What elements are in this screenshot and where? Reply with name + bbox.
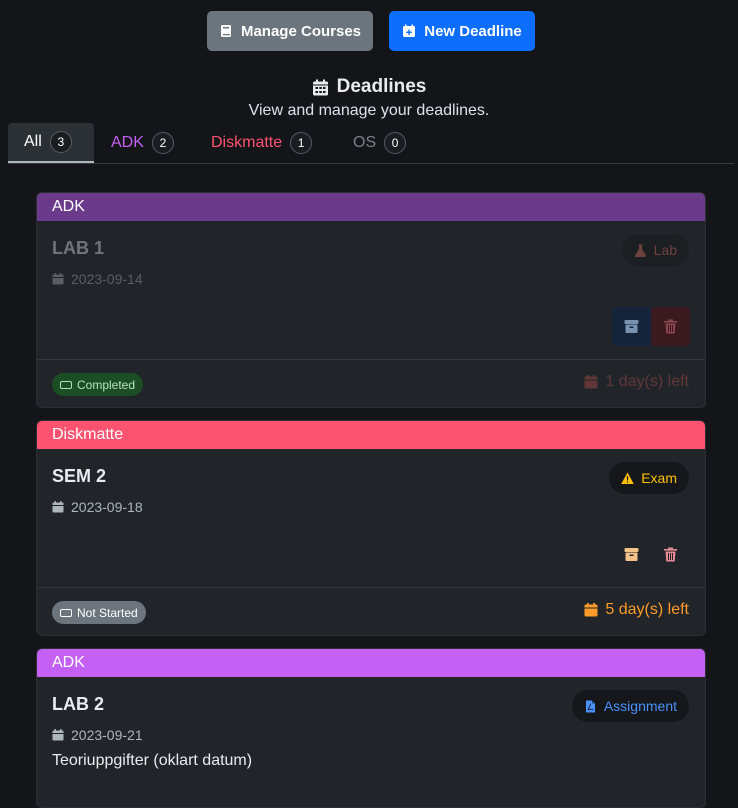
calendar-icon xyxy=(312,79,328,95)
new-deadline-button[interactable]: New Deadline xyxy=(389,11,535,51)
file-pdf-icon xyxy=(585,700,595,712)
tab-label: All xyxy=(24,133,42,150)
deadline-date: 2023-09-14 xyxy=(52,271,143,287)
calendar-icon xyxy=(52,273,64,285)
deadline-date: 2023-09-21 xyxy=(52,727,143,743)
calendar-icon xyxy=(52,501,64,513)
time-left: 1 day(s) left xyxy=(584,373,689,391)
deadline-name: SEM 2 xyxy=(52,466,107,486)
deadline-description: Teoriuppgifter (oklart datum) xyxy=(52,752,253,769)
delete-button[interactable] xyxy=(651,307,690,346)
battery-icon xyxy=(60,380,72,389)
tab-all[interactable]: All 3 xyxy=(8,123,94,163)
card-course-header: ADK xyxy=(37,649,705,677)
deadline-date-text: 2023-09-21 xyxy=(71,727,143,743)
type-badge: Lab xyxy=(621,234,689,266)
calendar-icon xyxy=(52,729,64,741)
status-badge: Not Started xyxy=(52,601,146,624)
type-badge-label: Assignment xyxy=(603,698,677,714)
manage-courses-label: Manage Courses xyxy=(240,22,362,40)
time-left: 5 day(s) left xyxy=(584,601,689,619)
archive-icon xyxy=(624,320,639,333)
calendar-icon xyxy=(584,603,598,617)
type-badge-label: Lab xyxy=(653,242,677,258)
tab-adk[interactable]: ADK 2 xyxy=(95,123,185,163)
time-left-text: 5 day(s) left xyxy=(605,601,689,618)
archive-icon xyxy=(624,548,639,561)
type-badge: Assignment xyxy=(571,690,689,722)
page-title: Deadlines xyxy=(0,76,738,98)
deadline-date-text: 2023-09-18 xyxy=(71,499,143,515)
tab-count: 2 xyxy=(151,132,174,154)
warning-icon xyxy=(621,472,635,484)
card-course-header: ADK xyxy=(37,193,705,221)
tab-count: 0 xyxy=(384,132,407,154)
tab-label: Diskmatte xyxy=(211,134,283,151)
card-course-header: Diskmatte xyxy=(37,421,705,449)
calendar-icon xyxy=(584,375,598,389)
deadline-date-text: 2023-09-14 xyxy=(71,271,143,287)
calendar-plus-icon xyxy=(403,24,416,37)
trash-icon xyxy=(664,547,677,562)
status-badge-label: Not Started xyxy=(77,605,138,620)
deadline-card: ADK LAB 1 2023-09-14 Lab Completed 1 day… xyxy=(36,192,706,408)
tab-label: ADK xyxy=(111,134,144,151)
manage-courses-button[interactable]: Manage Courses xyxy=(207,11,373,51)
type-badge-label: Exam xyxy=(641,470,677,486)
tab-diskmatte[interactable]: Diskmatte 1 xyxy=(195,123,330,163)
status-badge: Completed xyxy=(52,373,144,396)
flask-icon xyxy=(634,244,646,257)
tab-count: 1 xyxy=(290,132,313,154)
course-tabs: All 3 ADK 2 Diskmatte 1 OS 0 xyxy=(8,123,734,164)
archive-button[interactable] xyxy=(612,307,651,346)
deadline-name: LAB 2 xyxy=(52,694,105,714)
status-badge-label: Completed xyxy=(77,377,136,392)
archive-button[interactable] xyxy=(612,535,651,574)
deadline-name: LAB 1 xyxy=(52,238,105,258)
type-badge: Exam xyxy=(609,462,689,494)
tab-label: OS xyxy=(353,134,377,151)
book-icon xyxy=(220,25,231,37)
battery-icon xyxy=(60,608,72,617)
delete-button[interactable] xyxy=(651,535,690,574)
time-left-text: 1 day(s) left xyxy=(605,373,689,390)
trash-icon xyxy=(664,319,677,334)
deadline-card: Diskmatte SEM 2 2023-09-18 Exam Not Star… xyxy=(36,420,706,636)
new-deadline-label: New Deadline xyxy=(424,22,522,40)
deadline-date: 2023-09-18 xyxy=(52,499,143,515)
tab-count: 3 xyxy=(49,131,72,153)
page-title-text: Deadlines xyxy=(336,76,427,97)
page-subtitle: View and manage your deadlines. xyxy=(248,102,490,119)
tab-os[interactable]: OS 0 xyxy=(337,123,417,163)
deadline-card: ADK LAB 2 2023-09-21 Teoriuppgifter (okl… xyxy=(36,648,706,808)
